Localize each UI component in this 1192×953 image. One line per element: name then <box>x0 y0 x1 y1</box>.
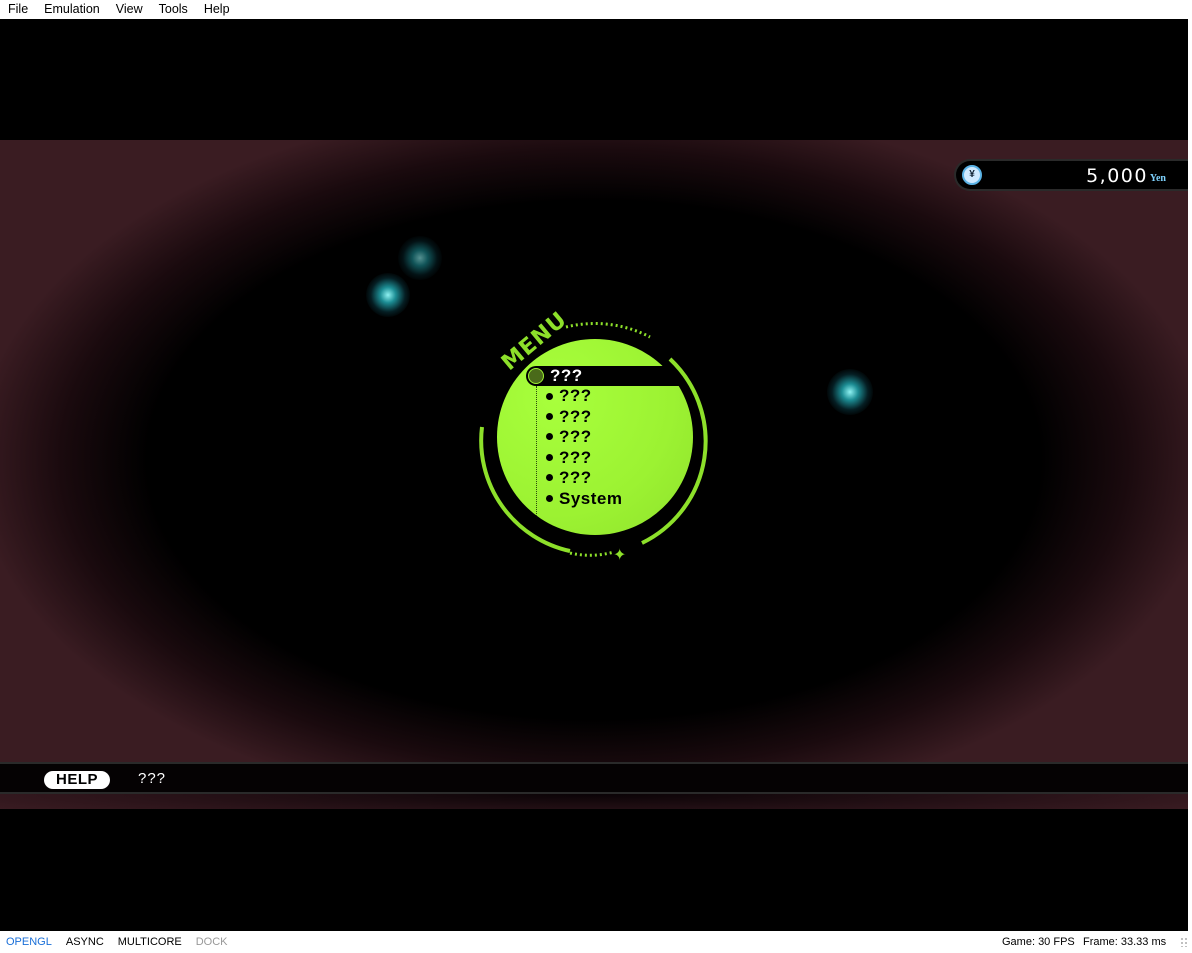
menu-item-system[interactable]: System <box>559 489 622 509</box>
money-display: ¥ 5,000 Yen <box>956 161 1188 189</box>
help-bar: HELP ??? <box>0 762 1188 794</box>
glow-orb-2 <box>366 273 410 317</box>
status-frame-time: Frame: 33.33 ms <box>1083 936 1167 948</box>
status-game-fps: Game: 30 FPS <box>1002 936 1075 948</box>
menu-item-4[interactable]: ??? <box>559 427 592 447</box>
help-text: ??? <box>138 770 167 787</box>
status-async[interactable]: ASYNC <box>66 936 104 948</box>
menu-bullet <box>546 474 553 481</box>
game-viewport[interactable]: ¥ 5,000 Yen ✦ MENU ??? ??? ??? ??? ??? ?… <box>0 19 1188 931</box>
menu-item-6[interactable]: ??? <box>559 468 592 488</box>
scene-bottom-strip <box>0 794 1188 809</box>
menu-item-5[interactable]: ??? <box>559 448 592 468</box>
menu-bullet <box>546 495 553 502</box>
window-right-border <box>1188 19 1192 931</box>
menu-tools[interactable]: Tools <box>151 0 196 19</box>
menu-bullet <box>546 393 553 400</box>
menu-selection-bar-tail <box>650 379 680 386</box>
glow-orb-1 <box>398 236 442 280</box>
resize-grip-icon[interactable] <box>1180 937 1188 947</box>
svg-text:✦: ✦ <box>613 545 626 564</box>
help-badge: HELP <box>44 771 110 789</box>
menu-cursor-icon <box>528 368 544 384</box>
yen-coin-icon: ¥ <box>962 165 982 185</box>
menu-emulation[interactable]: Emulation <box>36 0 108 19</box>
menu-item-3[interactable]: ??? <box>559 407 592 427</box>
game-scene: ¥ 5,000 Yen ✦ MENU ??? ??? ??? ??? ??? ?… <box>0 140 1188 781</box>
money-unit: Yen <box>1149 173 1166 184</box>
status-dock[interactable]: DOCK <box>196 936 228 948</box>
game-menu: ✦ MENU ??? ??? ??? ??? ??? ??? System <box>470 307 720 565</box>
menu-file[interactable]: File <box>0 0 36 19</box>
menu-bullet <box>546 413 553 420</box>
menu-guide-line <box>536 386 537 516</box>
menu-view[interactable]: View <box>108 0 151 19</box>
status-renderer[interactable]: OPENGL <box>6 936 52 948</box>
menu-bullet <box>546 433 553 440</box>
status-bar: OPENGL ASYNC MULTICORE DOCK Game: 30 FPS… <box>0 931 1192 953</box>
menu-bullet <box>546 454 553 461</box>
status-multicore[interactable]: MULTICORE <box>118 936 182 948</box>
app-menubar: File Emulation View Tools Help <box>0 0 1192 19</box>
menu-item-2[interactable]: ??? <box>559 386 592 406</box>
menu-help[interactable]: Help <box>196 0 238 19</box>
money-amount: 5,000 <box>1086 165 1148 187</box>
menu-item-1[interactable]: ??? <box>550 366 583 386</box>
glow-orb-3 <box>827 369 873 415</box>
